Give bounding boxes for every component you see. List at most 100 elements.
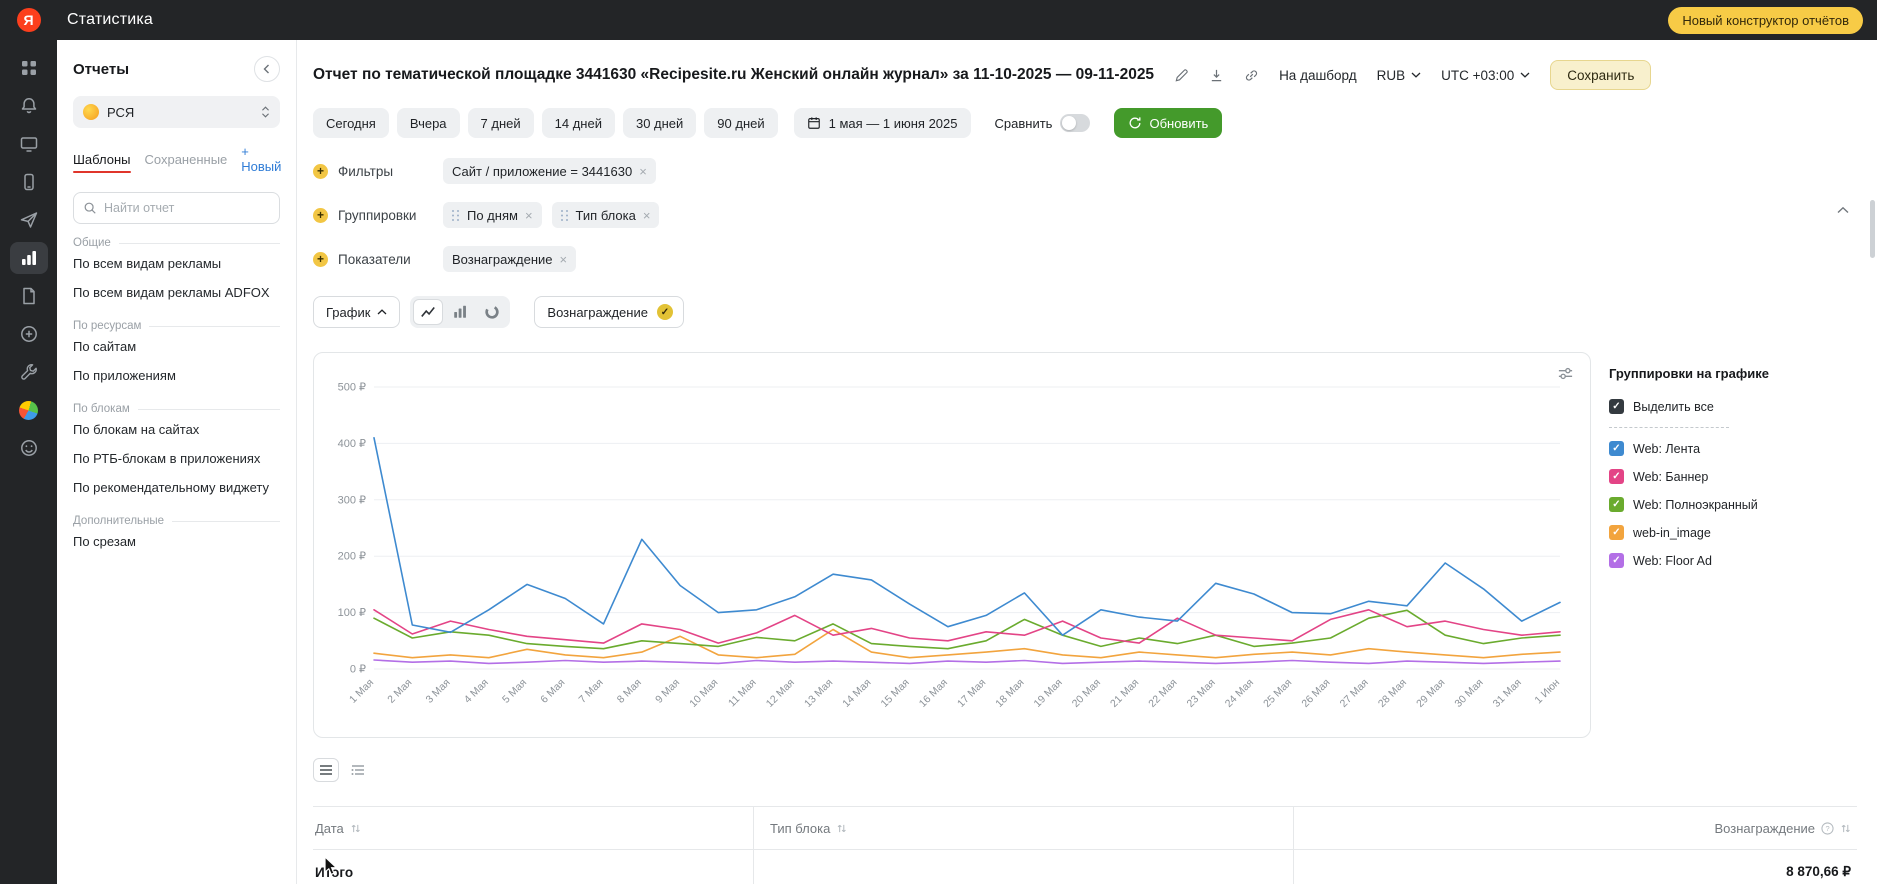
preset-14-days[interactable]: 14 дней xyxy=(541,108,615,138)
legend-item-web-lenta[interactable]: ✓ Web: Лента xyxy=(1609,441,1829,456)
drag-handle-icon[interactable] xyxy=(452,209,460,221)
sidebar-item-apps[interactable]: По приложениям xyxy=(73,361,280,390)
add-circle-icon[interactable] xyxy=(10,318,48,350)
documents-icon[interactable] xyxy=(10,280,48,312)
report-search[interactable] xyxy=(73,192,280,224)
support-smiley-icon[interactable] xyxy=(10,432,48,464)
display-icon[interactable] xyxy=(10,128,48,160)
sidebar-item-recommendation-widget[interactable]: По рекомендательному виджету xyxy=(73,473,280,502)
flat-table-icon[interactable] xyxy=(313,758,339,782)
report-header: Отчет по тематической площадке 3441630 «… xyxy=(313,60,1857,90)
tab-new-report[interactable]: + Новый xyxy=(241,144,281,180)
search-input[interactable] xyxy=(104,201,270,215)
statistics-icon[interactable] xyxy=(9,242,48,274)
legend-item-label: Web: Лента xyxy=(1633,441,1701,456)
date-range-picker[interactable]: 1 мая — 1 июня 2025 xyxy=(793,108,971,138)
tab-saved[interactable]: Сохраненные xyxy=(145,152,228,173)
preset-30-days[interactable]: 30 дней xyxy=(622,108,697,138)
sidebar-item-slices[interactable]: По срезам xyxy=(73,527,280,556)
legend-select-all-label: Выделить все xyxy=(1633,399,1714,414)
currency-select[interactable]: RUB xyxy=(1377,68,1422,83)
legend-item-web-fullscreen[interactable]: ✓ Web: Полноэкранный xyxy=(1609,497,1829,512)
chart-settings-icon[interactable] xyxy=(1557,365,1574,382)
chip-close-icon[interactable]: × xyxy=(560,253,568,266)
legend-select-all[interactable]: ✓ Выделить все xyxy=(1609,399,1829,414)
add-filter-icon[interactable]: + xyxy=(313,163,328,179)
column-header-revenue[interactable]: Вознаграждение ? xyxy=(1293,807,1857,849)
legend-item-web-in-image[interactable]: ✓ web-in_image xyxy=(1609,525,1829,540)
filters-row: + Фильтры Сайт / приложение = 3441630 × xyxy=(313,158,1857,184)
checkbox-checked-icon: ✓ xyxy=(1609,441,1624,456)
date-range-value: 1 мая — 1 июня 2025 xyxy=(828,115,958,131)
promotion-icon[interactable] xyxy=(10,204,48,236)
browser-globe-icon[interactable] xyxy=(10,394,48,426)
notifications-bell-icon[interactable] xyxy=(10,90,48,122)
preset-90-days[interactable]: 90 дней xyxy=(704,108,778,138)
sidebar-item-all-ads-adfox[interactable]: По всем видам рекламы ADFOX xyxy=(73,278,280,307)
sidebar-item-sites[interactable]: По сайтам xyxy=(73,332,280,361)
svg-text:3 Мая: 3 Мая xyxy=(424,677,453,706)
edit-pencil-icon[interactable] xyxy=(1174,68,1189,83)
revenue-line-chart: 0 ₽ 100 ₽ 200 ₽ 300 ₽ 400 ₽ 500 ₽ 1 Мая 2 Мая 3 … xyxy=(338,382,1563,710)
bar-chart-icon[interactable] xyxy=(445,299,475,325)
svg-text:27 Мая: 27 Мая xyxy=(1338,677,1371,710)
chip-close-icon[interactable]: × xyxy=(643,209,651,222)
to-dashboard-link[interactable]: На дашборд xyxy=(1279,68,1357,83)
preset-7-days[interactable]: 7 дней xyxy=(467,108,534,138)
yandex-logo[interactable]: Я xyxy=(0,8,57,32)
chart-controls: График Вознаграждение ✓ xyxy=(313,296,1857,328)
tab-templates[interactable]: Шаблоны xyxy=(73,152,131,173)
svg-text:5 Мая: 5 Мая xyxy=(500,677,529,706)
sort-icon[interactable] xyxy=(350,823,361,834)
preset-today[interactable]: Сегодня xyxy=(313,108,389,138)
timezone-select[interactable]: UTC +03:00 xyxy=(1441,68,1530,83)
preset-yesterday[interactable]: Вчера xyxy=(396,108,460,138)
sidebar-item-rtb-blocks[interactable]: По РТБ-блокам в приложениях xyxy=(73,444,280,473)
drag-handle-icon[interactable] xyxy=(560,209,569,221)
add-metric-icon[interactable]: + xyxy=(313,251,328,267)
window-scrollbar[interactable] xyxy=(1870,200,1875,258)
total-value-cell: 8 870,66 ₽ xyxy=(1293,850,1857,884)
chart-metric-select[interactable]: Вознаграждение ✓ xyxy=(534,296,684,328)
product-select[interactable]: РСЯ xyxy=(73,96,280,128)
compare-toggle[interactable] xyxy=(1060,114,1091,132)
new-report-builder-button[interactable]: Новый конструктор отчётов xyxy=(1668,6,1863,34)
column-header-block-type[interactable]: Тип блока xyxy=(753,807,1293,849)
legend-item-web-banner[interactable]: ✓ Web: Баннер xyxy=(1609,469,1829,484)
sidebar-item-site-blocks[interactable]: По блокам на сайтах xyxy=(73,415,280,444)
add-grouping-icon[interactable]: + xyxy=(313,207,328,223)
collapse-panel-button[interactable] xyxy=(1837,206,1849,214)
help-question-icon[interactable]: ? xyxy=(1821,821,1834,835)
line-chart-icon[interactable] xyxy=(413,299,444,325)
currency-value: RUB xyxy=(1376,67,1406,83)
pie-chart-icon[interactable] xyxy=(477,299,507,325)
chart-section: 0 ₽ 100 ₽ 200 ₽ 300 ₽ 400 ₽ 500 ₽ 1 Мая 2 Мая 3 … xyxy=(313,352,1857,738)
apps-grid-icon[interactable] xyxy=(10,52,48,84)
chip-close-icon[interactable]: × xyxy=(525,209,533,222)
view-mode-button[interactable]: График xyxy=(313,296,401,328)
tree-table-icon[interactable] xyxy=(345,758,371,782)
sidebar-item-all-ads[interactable]: По всем видам рекламы xyxy=(73,249,280,278)
filter-chip[interactable]: Сайт / приложение = 3441630 × xyxy=(443,158,656,184)
svg-text:0 ₽: 0 ₽ xyxy=(350,664,366,676)
mobile-icon[interactable] xyxy=(10,166,48,198)
sidebar-collapse-button[interactable] xyxy=(254,56,280,82)
refresh-button[interactable]: Обновить xyxy=(1114,108,1223,138)
tools-wrench-icon[interactable] xyxy=(10,356,48,388)
svg-text:31 Мая: 31 Мая xyxy=(1491,677,1524,710)
column-header-date[interactable]: Дата xyxy=(313,807,753,849)
sort-icon[interactable] xyxy=(836,823,847,834)
chip-close-icon[interactable]: × xyxy=(639,165,647,178)
save-report-button[interactable]: Сохранить xyxy=(1550,60,1652,90)
metric-chip[interactable]: Вознаграждение × xyxy=(443,246,577,272)
sort-icon[interactable] xyxy=(1840,823,1851,834)
download-icon[interactable] xyxy=(1209,68,1224,83)
column-label: Дата xyxy=(315,820,344,836)
grouping-chip[interactable]: По дням × xyxy=(443,202,542,228)
metrics-row: + Показатели Вознаграждение × xyxy=(313,246,1857,272)
total-label: Итого xyxy=(315,864,354,880)
grouping-chip[interactable]: Тип блока × xyxy=(551,202,660,228)
legend-item-web-floor-ad[interactable]: ✓ Web: Floor Ad xyxy=(1609,553,1829,568)
checkbox-checked-icon: ✓ xyxy=(1609,525,1624,540)
share-link-icon[interactable] xyxy=(1244,68,1259,83)
